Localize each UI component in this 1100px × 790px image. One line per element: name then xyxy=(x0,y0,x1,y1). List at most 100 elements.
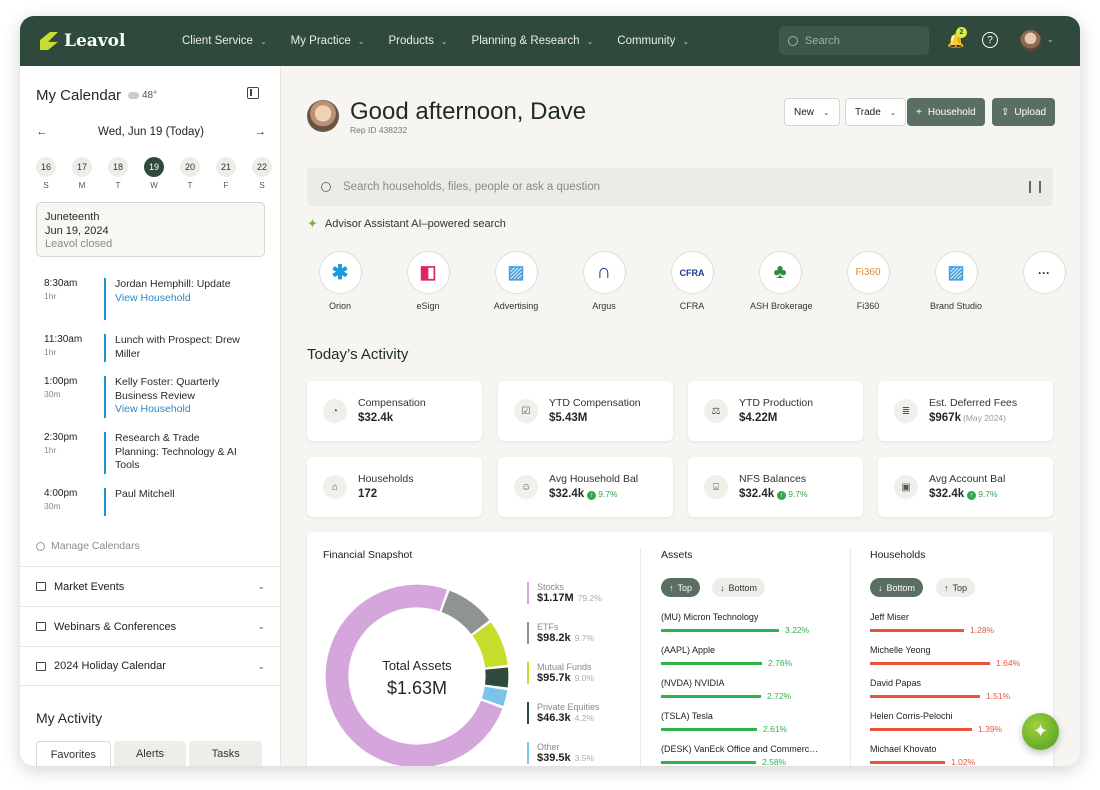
card-ytd-compensation[interactable]: ☑ YTD Compensation $5.43M xyxy=(498,381,673,441)
card-households[interactable]: ⌂ Households 172 xyxy=(307,457,482,517)
event-item[interactable]: 11:30am 1hr Lunch with Prospect: Drew Mi… xyxy=(44,334,264,376)
day-20[interactable]: 20 T xyxy=(180,157,200,190)
households-bottom-toggle[interactable]: ↓ Bottom xyxy=(870,578,924,597)
user-avatar[interactable] xyxy=(1020,30,1041,51)
card-compensation[interactable]: ◔ Compensation $32.4k xyxy=(307,381,482,441)
tab-favorites[interactable]: Favorites xyxy=(36,741,111,766)
legend-value: $46.3k xyxy=(537,712,571,724)
upload-button[interactable]: ⇪ Upload xyxy=(992,98,1056,126)
list-item[interactable]: (DESK) VanEck Office and Commerc… 2.58% xyxy=(661,744,831,766)
accordion-market-events[interactable]: Market Events ⌄ xyxy=(20,566,281,606)
app-fi360[interactable]: Fi360 Fi360 xyxy=(838,251,898,311)
tab-alerts[interactable]: Alerts xyxy=(113,741,187,766)
legend-name: Stocks xyxy=(537,582,565,592)
list-item[interactable]: (MU) Micron Technology 3.22% xyxy=(661,612,831,635)
nav-planning-research[interactable]: Planning & Research ⌄ xyxy=(472,35,594,47)
change-badge: 9.7% xyxy=(967,489,997,499)
day-19[interactable]: 19 W xyxy=(144,157,164,190)
day-16[interactable]: 16 S xyxy=(36,157,56,190)
chevron-down-icon: ⌄ xyxy=(440,36,448,46)
sparkle-icon: ✦ xyxy=(307,216,318,231)
advisor-assistant[interactable]: ✦ Advisor Assistant AI–powered search xyxy=(307,216,506,232)
event-item[interactable]: 1:00pm 30m Kelly Foster: Quarterly Busin… xyxy=(44,376,264,432)
list-item[interactable]: Helen Corris-Pelochi 1.39% xyxy=(870,711,1040,734)
collapse-sidebar-icon[interactable] xyxy=(247,87,259,99)
list-item[interactable]: Jeff Miser 1.28% xyxy=(870,612,1040,635)
day-17[interactable]: 17 M xyxy=(72,157,92,190)
logo[interactable]: Leavol xyxy=(40,31,166,51)
nav-label: Planning & Research xyxy=(471,35,580,47)
list-item[interactable]: Michael Khovato 1.02% xyxy=(870,744,1040,766)
event-bar xyxy=(104,278,106,320)
app-brand-studio[interactable]: ▨ Brand Studio xyxy=(926,251,986,311)
arrow-down-icon: ↓ xyxy=(878,582,883,593)
event-item[interactable]: 2:30pm 1hr Research & Trade Planning: Te… xyxy=(44,432,264,488)
app-orion[interactable]: ✱ Orion xyxy=(310,251,370,311)
accordion-webinars[interactable]: Webinars & Conferences ⌄ xyxy=(20,606,281,646)
item-pct: 1.51% xyxy=(986,691,1011,701)
list-item[interactable]: David Papas 1.51% xyxy=(870,678,1040,701)
nav-products[interactable]: Products ⌄ xyxy=(388,35,447,47)
day-21[interactable]: 21 F xyxy=(216,157,236,190)
app-advertising[interactable]: ▨ Advertising xyxy=(486,251,546,311)
donut-slice-other[interactable] xyxy=(481,686,508,707)
trade-dropdown[interactable]: Trade ⌄ xyxy=(845,98,907,126)
accordion-holiday-calendar[interactable]: 2024 Holiday Calendar ⌄ xyxy=(20,646,281,686)
bell-icon[interactable]: 🔔 2 xyxy=(947,27,967,48)
day-22[interactable]: 22 S xyxy=(252,157,272,190)
chevron-down-icon: ⌄ xyxy=(889,107,897,117)
day-number: 16 xyxy=(36,157,56,177)
nav-search-input[interactable]: Search xyxy=(779,26,929,55)
card-deferred-fees[interactable]: ≣ Est. Deferred Fees $967k (May 2024) xyxy=(878,381,1053,441)
orion-icon: ✱ xyxy=(318,251,362,294)
event-item[interactable]: 4:00pm 30m Paul Mitchell xyxy=(44,488,264,544)
chevron-down-icon[interactable]: ⌄ xyxy=(1047,35,1054,44)
event-bar xyxy=(104,334,106,362)
view-household-link[interactable]: View Household xyxy=(115,292,245,306)
event-bar xyxy=(104,376,106,418)
new-dropdown[interactable]: New ⌄ xyxy=(784,98,840,126)
assets-top-toggle[interactable]: ↑ Top xyxy=(661,578,701,597)
event-duration: 30m xyxy=(44,389,61,399)
card-label: YTD Compensation xyxy=(549,397,641,409)
tab-tasks[interactable]: Tasks xyxy=(189,741,263,766)
list-item[interactable]: (NVDA) NVIDIA 2.72% xyxy=(661,678,831,701)
nav-client-service[interactable]: Client Service ⌄ xyxy=(182,35,267,47)
donut-slice-mutual-funds[interactable] xyxy=(472,622,508,669)
calendar-check-icon: ☑ xyxy=(514,399,538,423)
app-ash-brokerage[interactable]: ♣ ASH Brokerage xyxy=(750,251,813,311)
app-esign[interactable]: ◧ eSign xyxy=(398,251,458,311)
view-household-link[interactable]: View Household xyxy=(115,403,245,417)
list-item[interactable]: (AAPL) Apple 2.76% xyxy=(661,645,831,668)
manage-calendars-link[interactable]: Manage Calendars xyxy=(36,540,140,552)
add-household-button[interactable]: + Household xyxy=(907,98,985,126)
assets-bottom-toggle[interactable]: ↓ Bottom xyxy=(712,578,766,597)
more-apps-button[interactable]: ··· xyxy=(1014,251,1074,294)
event-item[interactable]: 8:30am 1hr Jordan Hemphill: Update View H… xyxy=(44,278,264,334)
help-icon[interactable]: ? xyxy=(982,32,998,48)
day-18[interactable]: 18 T xyxy=(108,157,128,190)
app-argus[interactable]: ∩ Argus xyxy=(574,251,634,311)
households-top-toggle[interactable]: ↑ Top xyxy=(936,578,976,597)
financial-snapshot-panel: Financial Snapshot Total Assets $1.63M S… xyxy=(307,532,1053,766)
app-cfra[interactable]: CFRA CFRA xyxy=(662,251,722,311)
list-item[interactable]: (TSLA) Tesla 2.61% xyxy=(661,711,831,734)
card-ytd-production[interactable]: ⚖ YTD Production $4.22M xyxy=(688,381,863,441)
filter-settings-icon[interactable] xyxy=(1029,181,1041,193)
building-icon xyxy=(36,582,46,591)
nav-community[interactable]: Community ⌄ xyxy=(617,35,689,47)
nav-my-practice[interactable]: My Practice ⌄ xyxy=(291,35,365,47)
trade-label: Trade xyxy=(855,106,881,118)
card-avg-account-bal[interactable]: ▣ Avg Account Bal $32.4k9.7% xyxy=(878,457,1053,517)
legend-other: Other $39.5k 3.5% xyxy=(527,742,617,764)
global-search-input[interactable]: Search households, files, people or ask … xyxy=(307,168,1053,206)
donut-slice-etfs[interactable] xyxy=(441,590,490,635)
day-number: 17 xyxy=(72,157,92,177)
card-nfs-balances[interactable]: ⌸ NFS Balances $32.4k9.7% xyxy=(688,457,863,517)
arrow-right-icon[interactable]: → xyxy=(255,126,267,138)
arrow-left-icon[interactable]: ← xyxy=(36,126,48,138)
list-item[interactable]: Michelle Yeong 1.64% xyxy=(870,645,1040,668)
donut-slice-private-equities[interactable] xyxy=(485,667,509,688)
ai-assistant-button[interactable]: ✦ xyxy=(1022,713,1059,750)
card-avg-household-bal[interactable]: ☺ Avg Household Bal $32.4k9.7% xyxy=(498,457,673,517)
